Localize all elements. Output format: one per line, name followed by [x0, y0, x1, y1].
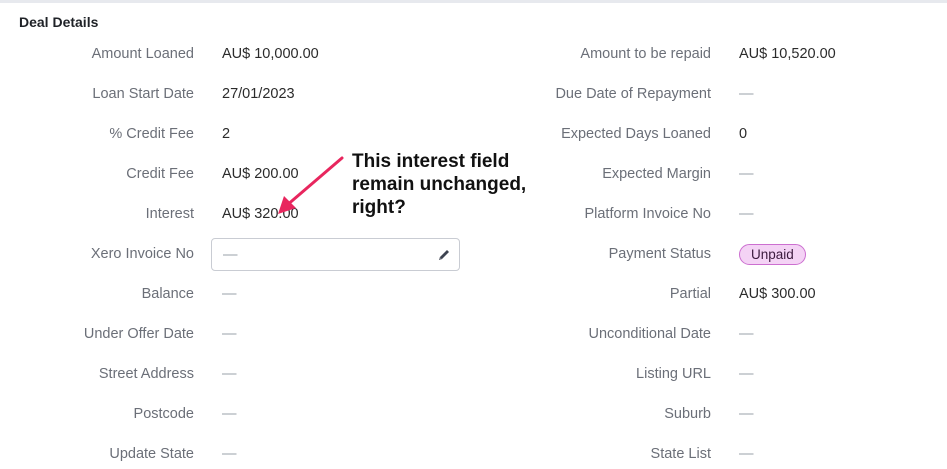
- arrow-icon: [278, 156, 344, 214]
- platform-invoice-no-label: Platform Invoice No: [584, 206, 711, 222]
- partial-value: AU$ 300.00: [739, 286, 816, 302]
- street-address-value: —: [222, 366, 237, 382]
- listing-url-value: —: [739, 366, 754, 382]
- state-list-label: State List: [650, 446, 711, 462]
- postcode-value: —: [222, 406, 237, 422]
- annotation-callout: This interest field remain unchanged, ri…: [352, 151, 527, 218]
- postcode-label: Postcode: [133, 406, 194, 422]
- suburb-value: —: [739, 406, 754, 422]
- xero-invoice-no-label: Xero Invoice No: [90, 246, 194, 262]
- amount-loaned-label: Amount Loaned: [91, 46, 194, 62]
- listing-url-label: Listing URL: [636, 366, 711, 382]
- unconditional-date-label: Unconditional Date: [588, 326, 711, 342]
- section-title: Deal Details: [19, 14, 99, 30]
- balance-label: Balance: [141, 286, 194, 302]
- payment-status-badge: Unpaid: [739, 244, 806, 265]
- update-state-label: Update State: [109, 446, 194, 462]
- expected-margin-value: —: [739, 166, 754, 182]
- payment-status-label: Payment Status: [608, 246, 711, 262]
- credit-fee-pct-label: % Credit Fee: [109, 126, 194, 142]
- top-divider: [0, 0, 947, 3]
- balance-value: —: [222, 286, 237, 302]
- due-date-of-repayment-value: —: [739, 86, 754, 102]
- platform-invoice-no-value: —: [739, 206, 754, 222]
- due-date-of-repayment-label: Due Date of Repayment: [555, 86, 711, 102]
- expected-margin-label: Expected Margin: [602, 166, 711, 182]
- state-list-value: —: [739, 446, 754, 462]
- amount-loaned-value: AU$ 10,000.00: [222, 46, 319, 62]
- xero-invoice-no-value: —: [223, 247, 238, 263]
- expected-days-loaned-value: 0: [739, 126, 748, 142]
- under-offer-date-label: Under Offer Date: [83, 326, 194, 342]
- xero-invoice-no-field[interactable]: —: [211, 238, 460, 271]
- street-address-label: Street Address: [98, 366, 194, 382]
- amount-to-be-repaid-label: Amount to be repaid: [580, 46, 711, 62]
- amount-to-be-repaid-value: AU$ 10,520.00: [739, 46, 836, 62]
- pencil-icon[interactable]: [437, 248, 451, 262]
- interest-label: Interest: [145, 206, 194, 222]
- credit-fee-pct-value: 2: [222, 126, 231, 142]
- under-offer-date-value: —: [222, 326, 237, 342]
- update-state-value: —: [222, 446, 237, 462]
- credit-fee-label: Credit Fee: [126, 166, 194, 182]
- suburb-label: Suburb: [664, 406, 711, 422]
- expected-days-loaned-label: Expected Days Loaned: [561, 126, 711, 142]
- partial-label: Partial: [669, 286, 711, 302]
- unconditional-date-value: —: [739, 326, 754, 342]
- loan-start-date-value: 27/01/2023: [222, 86, 295, 102]
- loan-start-date-label: Loan Start Date: [92, 86, 194, 102]
